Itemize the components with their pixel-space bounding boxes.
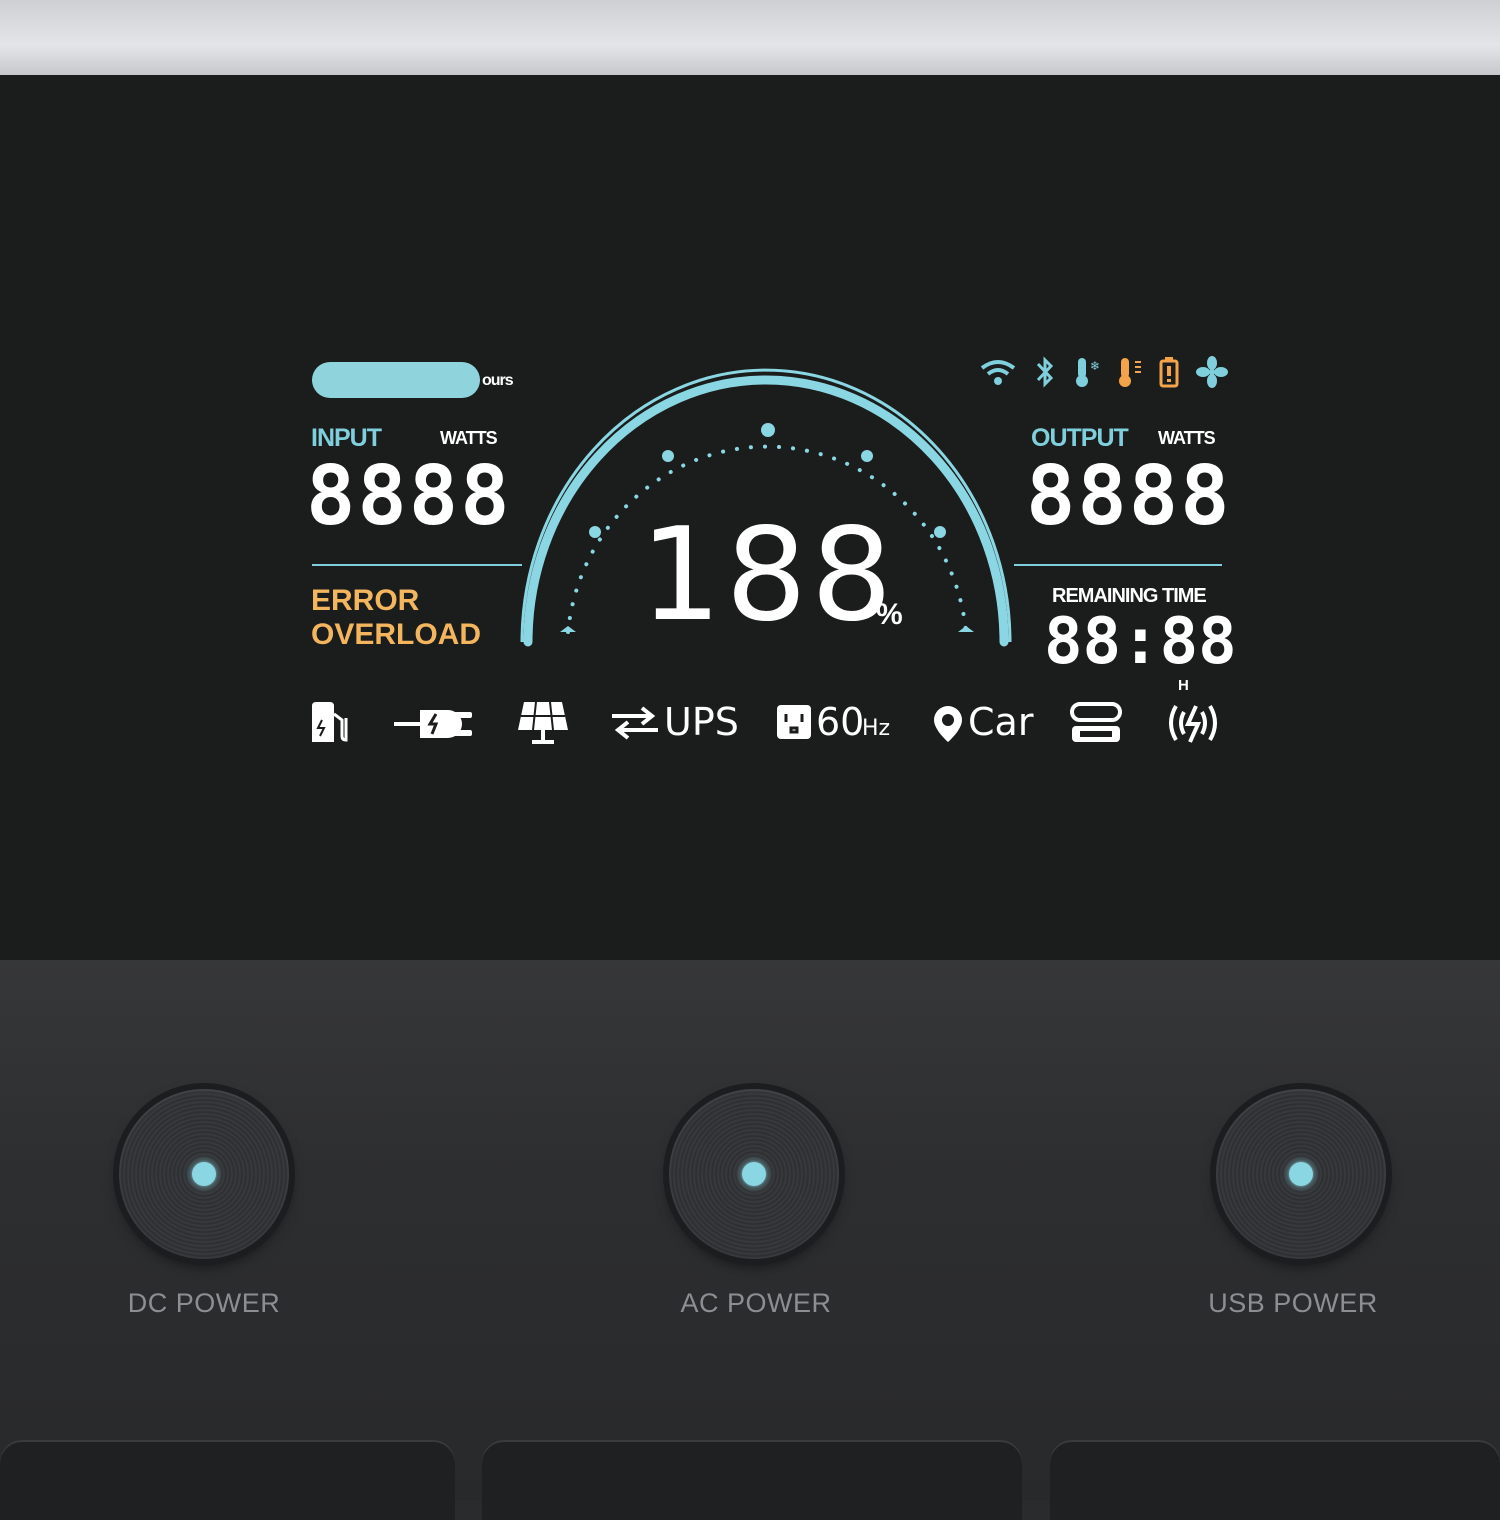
lcd-display: ours INPUT WATTS 8888 ERROR OVERLOAD OUT… xyxy=(0,0,1500,960)
output-divider xyxy=(1014,564,1222,566)
gauge-dot-major xyxy=(934,526,946,538)
location-pin-icon xyxy=(934,706,962,742)
dc-port-cover[interactable] xyxy=(0,1440,455,1520)
car-label: Car xyxy=(968,700,1034,744)
usb-power-indicator-light xyxy=(1289,1162,1313,1186)
ups-label: UPS xyxy=(664,700,739,744)
percent-symbol: % xyxy=(876,598,903,631)
output-unit: WATTS xyxy=(1158,428,1216,448)
bluetooth-icon xyxy=(1036,356,1054,388)
gauge-dot-major xyxy=(662,450,674,462)
gauge-dot-major xyxy=(861,450,873,462)
usb-port-cover[interactable] xyxy=(1050,1440,1500,1520)
ac-power-button[interactable] xyxy=(669,1089,839,1259)
fan-icon xyxy=(1196,356,1228,388)
gauge-dot-major xyxy=(761,423,775,437)
status-pill xyxy=(312,362,480,398)
ac-port-cover[interactable] xyxy=(482,1440,1022,1520)
ac-power-label: AC POWER xyxy=(680,1288,832,1318)
dc-power-button[interactable] xyxy=(119,1089,289,1259)
battery-percent-readout: 188 xyxy=(640,501,897,650)
remaining-time-readout: 88:88 xyxy=(1044,605,1237,679)
svg-text:❄: ❄ xyxy=(1090,359,1100,373)
ac-outlet-icon xyxy=(777,705,811,739)
battery-warning-icon xyxy=(1159,357,1179,388)
ac-power-indicator-light xyxy=(742,1162,766,1186)
plug-icon xyxy=(394,710,472,738)
fuel-pump-icon xyxy=(312,702,348,742)
input-watts-readout: 8888 xyxy=(306,449,512,544)
frequency-value: 60 xyxy=(816,700,865,744)
usb-c-icon xyxy=(1070,702,1122,742)
high-temp-icon xyxy=(1119,358,1141,387)
ups-arrows-icon xyxy=(612,706,658,740)
frequency-unit: Hz xyxy=(862,716,891,741)
dc-power-label: DC POWER xyxy=(127,1288,281,1318)
input-divider xyxy=(312,564,522,566)
input-unit: WATTS xyxy=(440,428,498,448)
wifi-icon xyxy=(980,360,1016,385)
output-watts-readout: 8888 xyxy=(1026,449,1232,544)
overload-indicator: OVERLOAD xyxy=(311,618,482,651)
error-indicator: ERROR xyxy=(311,584,420,617)
wireless-charging-icon xyxy=(1169,704,1217,743)
gauge-end-marker xyxy=(560,626,576,632)
usb-power-button[interactable] xyxy=(1216,1089,1386,1259)
solar-panel-icon xyxy=(518,701,568,744)
dc-power-indicator-light xyxy=(192,1162,216,1186)
remaining-time-unit: H xyxy=(1178,677,1189,694)
usb-power-label: USB POWER xyxy=(1208,1288,1378,1318)
gauge-dot-major xyxy=(589,526,601,538)
gauge-end-marker xyxy=(958,626,974,632)
low-temp-icon: ❄ xyxy=(1076,358,1100,387)
